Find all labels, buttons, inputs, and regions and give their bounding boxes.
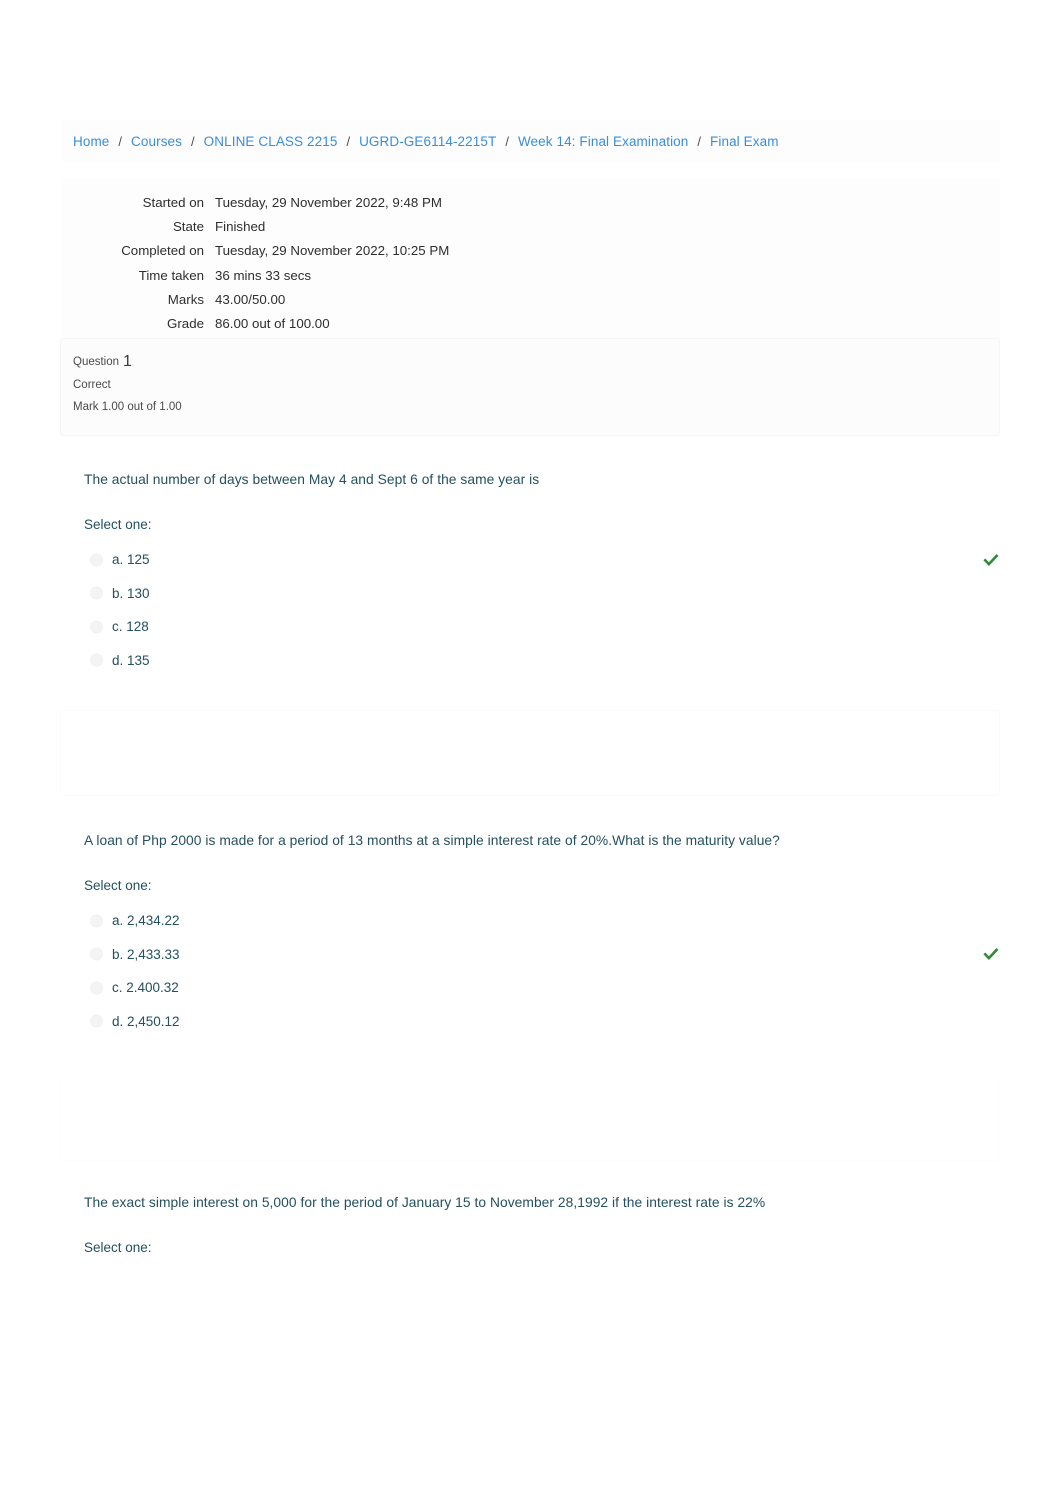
summary-label: Time taken	[138, 267, 204, 283]
answer-option[interactable]: b. 130	[84, 577, 984, 611]
summary-row-grade: Grade 86.00 out of 100.00	[62, 311, 1000, 335]
question-text: A loan of Php 2000 is made for a period …	[84, 833, 780, 848]
question-info-card-3	[60, 1075, 1000, 1161]
question-text: The actual number of days between May 4 …	[84, 472, 540, 487]
question-text: The exact simple interest on 5,000 for t…	[84, 1195, 766, 1210]
summary-row-completed-on: Completed on Tuesday, 29 November 2022, …	[62, 239, 1000, 263]
summary-row-started-on: Started on Tuesday, 29 November 2022, 9:…	[62, 190, 1000, 214]
answer-label: a. 2,434.22	[112, 913, 180, 929]
answer-option[interactable]: a. 125	[84, 543, 999, 577]
radio-button[interactable]	[90, 914, 103, 928]
summary-row-time-taken: Time taken 36 mins 33 secs	[62, 263, 1000, 287]
summary-row-marks: Marks 43.00/50.00	[62, 287, 1000, 311]
breadcrumb: Home / Courses / ONLINE CLASS 2215 / UGR…	[62, 120, 1000, 162]
summary-label: Grade	[167, 316, 204, 332]
radio-button[interactable]	[90, 981, 103, 995]
breadcrumb-separator: /	[505, 133, 509, 149]
summary-value: Finished	[215, 218, 266, 234]
check-icon	[982, 551, 1000, 569]
breadcrumb-item-final-exam[interactable]: Final Exam	[710, 134, 779, 149]
breadcrumb-item-home[interactable]: Home	[73, 134, 109, 149]
question-info-card-2	[60, 710, 1000, 796]
answer-label: d. 2,450.12	[112, 1013, 180, 1029]
answer-option[interactable]: b. 2,433.33	[84, 938, 999, 972]
breadcrumb-separator: /	[346, 133, 351, 149]
answer-option[interactable]: d. 135	[84, 644, 984, 678]
radio-button[interactable]	[90, 947, 103, 961]
summary-value: Tuesday, 29 November 2022, 10:25 PM	[215, 243, 450, 259]
radio-button[interactable]	[90, 620, 103, 634]
radio-button[interactable]	[90, 653, 103, 667]
answer-label: b. 2,433.33	[112, 946, 180, 962]
answer-option[interactable]: a. 2,434.22	[84, 904, 984, 938]
answer-label: a. 125	[112, 552, 150, 568]
summary-value: 43.00/50.00	[215, 291, 286, 307]
breadcrumb-item-course-code[interactable]: UGRD-GE6114-2215T	[359, 134, 496, 149]
question-body-3: The exact simple interest on 5,000 for t…	[84, 1193, 984, 1266]
question-word: Question	[73, 356, 120, 368]
select-one-label: Select one:	[84, 1240, 152, 1255]
summary-label: State	[172, 218, 204, 234]
question-mark: Mark 1.00 out of 1.00	[73, 401, 182, 413]
answer-option[interactable]: c. 128	[84, 610, 984, 644]
question-number-line: Question 1	[73, 353, 999, 370]
summary-label: Completed on	[121, 243, 204, 259]
answer-label: c. 2.400.32	[112, 980, 179, 996]
question-state: Correct	[73, 379, 111, 391]
answer-label: d. 135	[112, 652, 150, 668]
answer-list: a. 125 b. 130 c. 128 d. 135	[84, 543, 999, 678]
answer-list: a. 2,434.22 b. 2,433.33 c. 2.400.32 d. 2…	[84, 904, 999, 1039]
select-one-label: Select one:	[84, 878, 152, 893]
breadcrumb-item-week[interactable]: Week 14: Final Examination	[518, 134, 688, 149]
breadcrumb-separator: /	[118, 133, 123, 149]
question-body-2: A loan of Php 2000 is made for a period …	[84, 831, 999, 1039]
breadcrumb-separator: /	[697, 133, 702, 149]
answer-option[interactable]: d. 2,450.12	[84, 1005, 984, 1039]
summary-row-state: State Finished	[62, 214, 1000, 238]
summary-value: 86.00 out of 100.00	[215, 316, 330, 332]
breadcrumb-separator: /	[191, 133, 195, 149]
question-number: 1	[123, 353, 132, 370]
question-info-card-1: Question 1 Correct Mark 1.00 out of 1.00	[60, 338, 1000, 436]
summary-value: 36 mins 33 secs	[215, 267, 312, 283]
select-one-label: Select one:	[84, 517, 152, 532]
breadcrumb-item-online-class[interactable]: ONLINE CLASS 2215	[204, 134, 338, 149]
summary-label: Marks	[167, 291, 204, 307]
question-body-1: The actual number of days between May 4 …	[84, 470, 999, 678]
attempt-summary-table: Started on Tuesday, 29 November 2022, 9:…	[62, 178, 1000, 350]
answer-option[interactable]: c. 2.400.32	[84, 971, 984, 1005]
radio-button[interactable]	[90, 1014, 103, 1028]
check-icon	[982, 945, 1000, 963]
quiz-review-page: Home / Courses / ONLINE CLASS 2215 / UGR…	[0, 0, 1062, 1504]
question-number-line	[61, 711, 999, 741]
answer-label: b. 130	[112, 585, 150, 601]
radio-button[interactable]	[90, 553, 103, 567]
summary-label: Started on	[142, 194, 204, 210]
radio-button[interactable]	[90, 586, 103, 600]
answer-label: c. 128	[112, 619, 149, 635]
question-number-line	[61, 1076, 999, 1106]
summary-value: Tuesday, 29 November 2022, 9:48 PM	[215, 194, 442, 210]
breadcrumb-item-courses[interactable]: Courses	[131, 134, 182, 149]
